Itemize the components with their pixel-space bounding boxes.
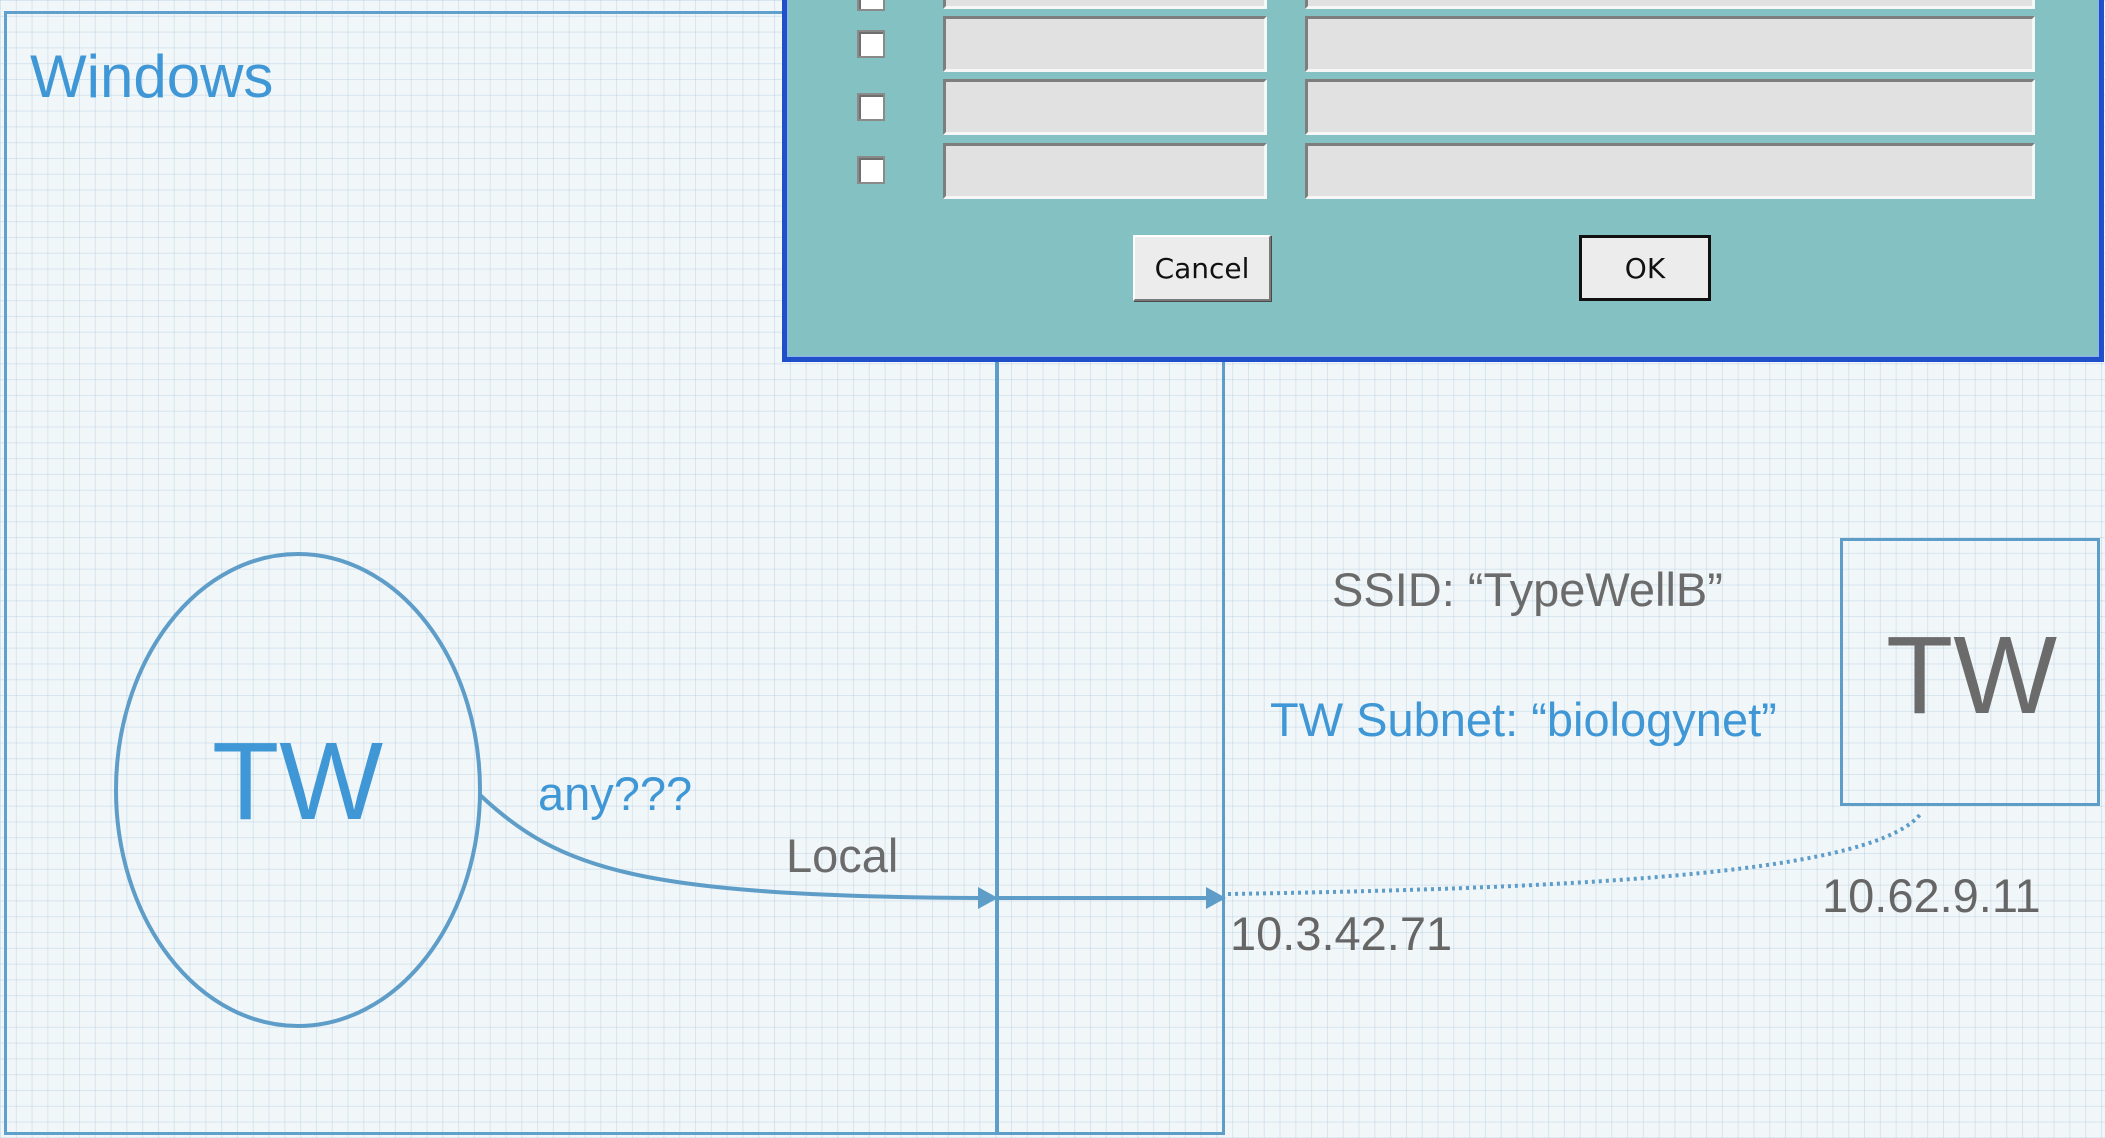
arrowhead-local bbox=[978, 887, 998, 909]
remote-ip-label: 10.62.9.11 bbox=[1822, 869, 2041, 922]
row-checkbox[interactable] bbox=[857, 30, 885, 58]
ssid-label: SSID: “TypeWellB” bbox=[1332, 563, 1723, 616]
name-field[interactable] bbox=[943, 79, 1267, 135]
remote-tw-label: TW bbox=[1886, 614, 2058, 737]
name-field[interactable] bbox=[943, 0, 1267, 9]
subnet-dialog: Cancel OK bbox=[782, 0, 2104, 362]
name-field[interactable] bbox=[943, 16, 1267, 72]
any-label: any??? bbox=[538, 767, 693, 820]
ok-button[interactable]: OK bbox=[1579, 235, 1711, 301]
address-field[interactable] bbox=[1305, 79, 2035, 135]
windows-label: Windows bbox=[30, 43, 274, 110]
wireless-link bbox=[1227, 810, 1924, 896]
arrowhead-band bbox=[1206, 887, 1226, 909]
local-ip-label: 10.3.42.71 bbox=[1230, 907, 1453, 960]
cancel-button[interactable]: Cancel bbox=[1133, 235, 1271, 301]
row-checkbox[interactable] bbox=[857, 93, 885, 121]
local-label: Local bbox=[786, 829, 899, 882]
name-field[interactable] bbox=[943, 143, 1267, 199]
local-tw-label: TW bbox=[212, 720, 384, 843]
diagram-canvas: Windows TW any??? Local 10.3.42.71 SSID:… bbox=[0, 0, 2105, 1138]
address-field[interactable] bbox=[1305, 0, 2035, 9]
row-checkbox[interactable] bbox=[857, 0, 885, 11]
row-checkbox[interactable] bbox=[857, 156, 885, 184]
address-field[interactable] bbox=[1305, 16, 2035, 72]
address-field[interactable] bbox=[1305, 143, 2035, 199]
subnet-label: TW Subnet: “biologynet” bbox=[1270, 693, 1777, 746]
